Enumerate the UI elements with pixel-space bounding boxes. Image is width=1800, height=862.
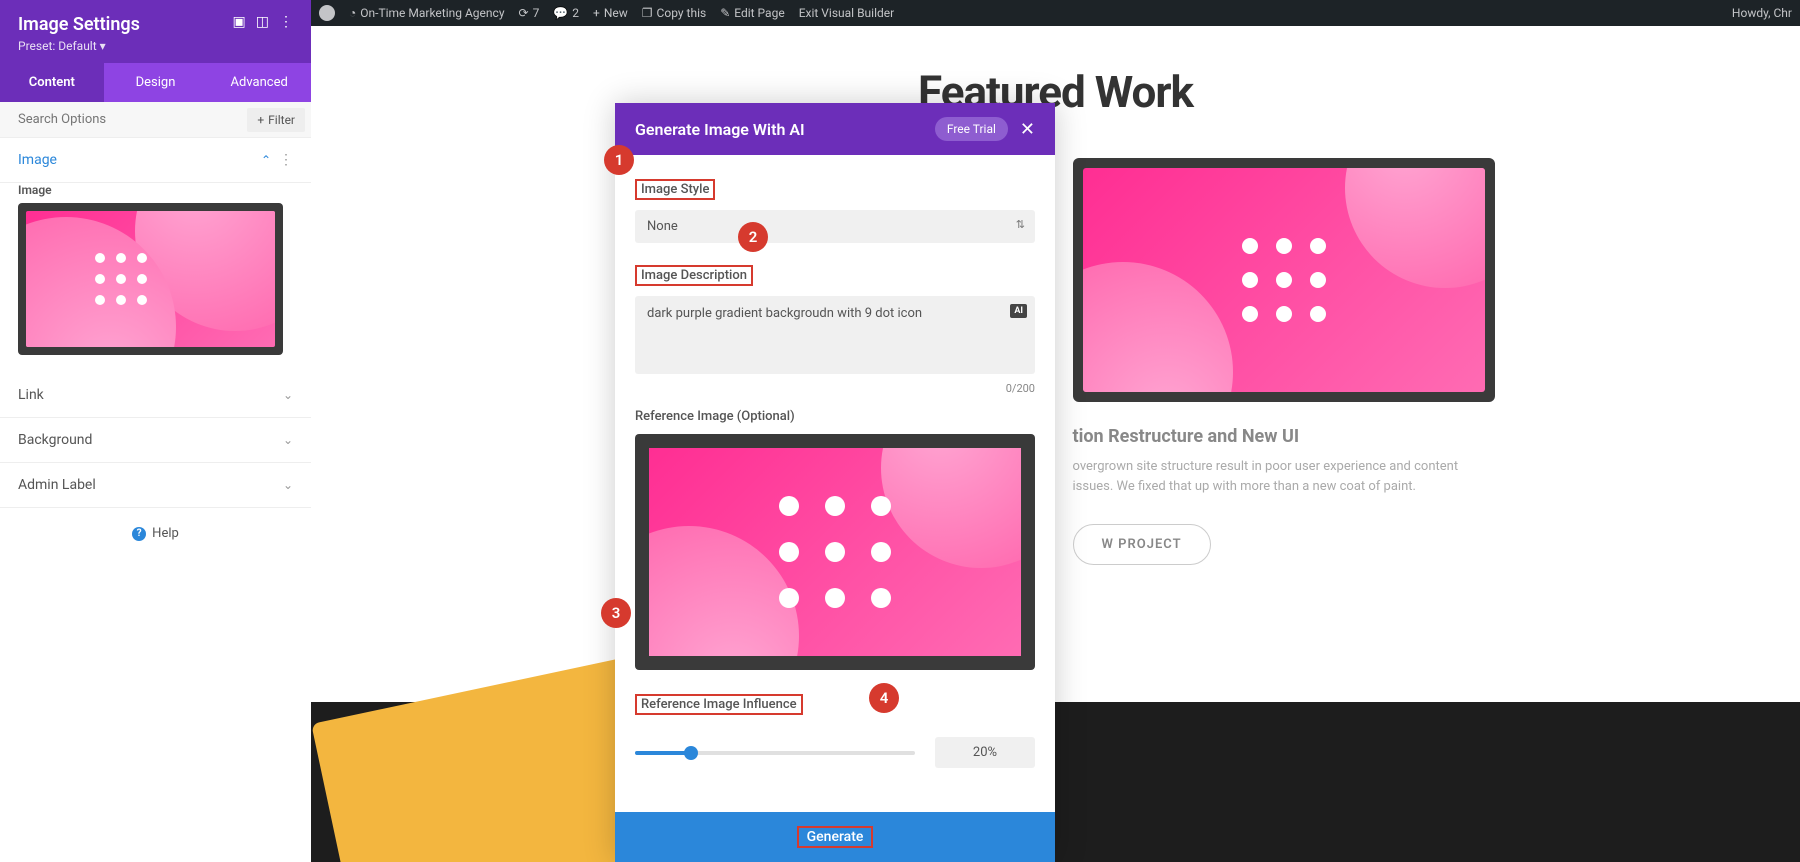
panel-title: Image Settings (18, 14, 140, 35)
more-icon[interactable]: ⋮ (279, 152, 293, 168)
section-background-toggle[interactable]: Background⌄ (0, 418, 311, 463)
image-style-select[interactable]: None (635, 210, 1035, 243)
influence-label: Reference Image Influence (635, 694, 803, 715)
annotation-callout-1: 1 (604, 145, 634, 175)
influence-slider[interactable] (635, 751, 915, 755)
refresh-icon: ⟳ (519, 6, 529, 20)
reference-image-preview[interactable] (635, 434, 1035, 670)
more-icon[interactable]: ⋮ (279, 14, 293, 30)
card-title: tion Restructure and New UI (1073, 426, 1495, 447)
generate-image-modal: Generate Image With AI Free Trial ✕ Imag… (615, 103, 1055, 862)
modal-title: Generate Image With AI (635, 120, 805, 139)
card-right: tion Restructure and New UI overgrown si… (1073, 158, 1495, 565)
image-field-label: Image (18, 183, 293, 197)
dots-pattern-icon (1242, 238, 1326, 322)
chevron-down-icon: ⌄ (283, 388, 293, 402)
tab-advanced[interactable]: Advanced (207, 63, 311, 102)
section-image-body: Image (0, 183, 311, 373)
copy-icon: ❐ (642, 6, 653, 20)
tab-content[interactable]: Content (0, 63, 104, 102)
help-icon: ? (132, 527, 146, 541)
site-name-menu[interactable]: ◔On-Time Marketing Agency (349, 6, 505, 20)
panel-header: Image Settings Preset: Default ▾ ▣ ◫ ⋮ (0, 0, 311, 63)
reference-image-label: Reference Image (Optional) (635, 409, 1035, 424)
annotation-callout-2: 2 (738, 222, 768, 252)
panel-preset[interactable]: Preset: Default ▾ (18, 39, 140, 53)
annotation-callout-3: 3 (601, 598, 631, 628)
modal-footer: Generate (615, 812, 1055, 862)
image-preview[interactable] (18, 203, 283, 355)
user-menu[interactable]: Howdy, Chr (1732, 6, 1792, 20)
help-link[interactable]: ?Help (0, 508, 311, 559)
gauge-icon: ◔ (349, 6, 356, 20)
pencil-icon: ✎ (720, 6, 730, 20)
wp-logo-menu[interactable] (319, 5, 335, 21)
exit-visual-builder-link[interactable]: Exit Visual Builder (799, 6, 895, 20)
generate-button[interactable]: Generate (797, 826, 874, 848)
comment-icon: 💬 (553, 6, 568, 20)
chevron-up-icon: ⌃ (261, 153, 271, 167)
close-icon[interactable]: ✕ (1020, 119, 1035, 140)
chevron-down-icon: ⌄ (283, 433, 293, 447)
card-image (1073, 158, 1495, 402)
dots-pattern-icon (779, 496, 891, 608)
copy-this-link[interactable]: ❐Copy this (642, 6, 706, 20)
view-project-button[interactable]: W PROJECT (1073, 524, 1211, 565)
chevron-down-icon: ⌄ (283, 478, 293, 492)
wordpress-logo-icon (319, 5, 335, 21)
image-style-label: Image Style (635, 179, 715, 200)
slider-thumb[interactable] (684, 746, 698, 760)
card-desc: overgrown site structure result in poor … (1073, 457, 1495, 496)
section-image-toggle[interactable]: Image ⌃⋮ (0, 138, 311, 183)
search-row: +Filter (0, 102, 311, 138)
page-preview: Featured Work We Our using VIEW P tion R… (311, 26, 1800, 862)
edit-page-link[interactable]: ✎Edit Page (720, 6, 785, 20)
panel-tabs: Content Design Advanced (0, 63, 311, 102)
updates-menu[interactable]: ⟳7 (519, 6, 540, 20)
char-count: 0/200 (635, 382, 1035, 395)
image-description-label: Image Description (635, 265, 753, 286)
image-description-input[interactable]: dark purple gradient backgroudn with 9 d… (635, 296, 1035, 374)
layout-icon[interactable]: ◫ (256, 14, 269, 30)
ai-badge-icon[interactable]: AI (1010, 304, 1027, 318)
wp-admin-bar: ◔On-Time Marketing Agency ⟳7 💬2 +New ❐Co… (311, 0, 1800, 26)
page-heading: Featured Work (311, 66, 1800, 118)
free-trial-badge[interactable]: Free Trial (935, 117, 1008, 141)
module-settings-panel: Image Settings Preset: Default ▾ ▣ ◫ ⋮ C… (0, 0, 311, 862)
comments-menu[interactable]: 💬2 (553, 6, 579, 20)
influence-value: 20% (935, 737, 1035, 768)
search-input[interactable] (18, 106, 247, 133)
new-content-menu[interactable]: +New (593, 6, 628, 20)
filter-button[interactable]: +Filter (247, 108, 305, 132)
modal-header: Generate Image With AI Free Trial ✕ (615, 103, 1055, 155)
plus-icon: + (593, 6, 600, 20)
annotation-callout-4: 4 (869, 683, 899, 713)
section-link-toggle[interactable]: Link⌄ (0, 373, 311, 418)
dots-pattern-icon (95, 253, 147, 305)
focus-icon[interactable]: ▣ (233, 14, 246, 30)
tab-design[interactable]: Design (104, 63, 208, 102)
plus-icon: + (257, 113, 264, 127)
section-admin-label-toggle[interactable]: Admin Label⌄ (0, 463, 311, 508)
